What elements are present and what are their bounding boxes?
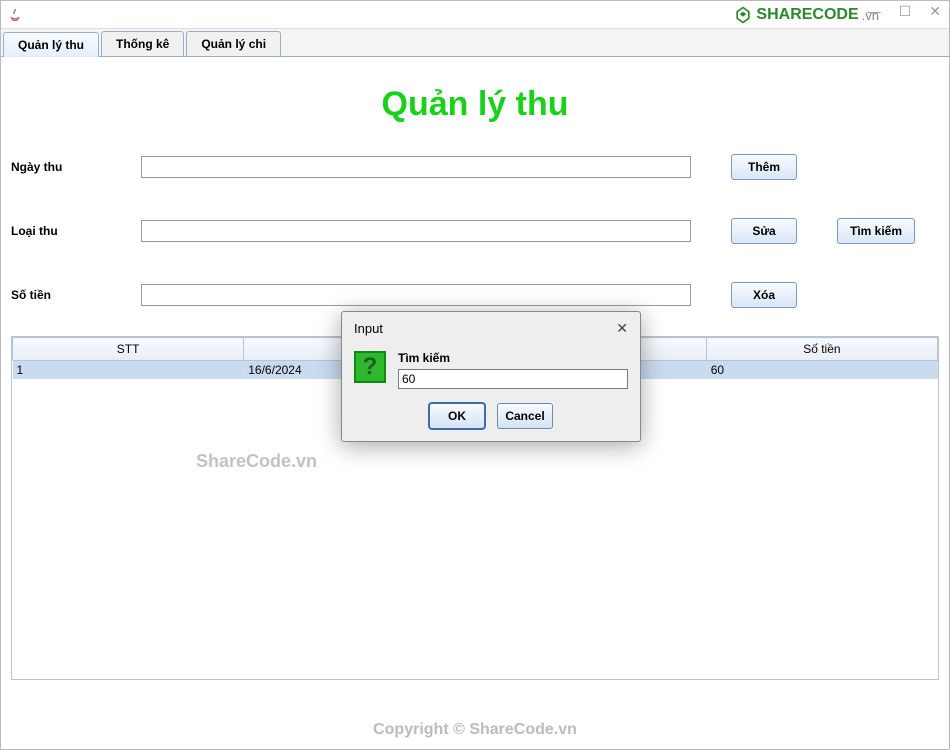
question-icon: ? [354,351,386,383]
dialog-close-button[interactable]: ✕ [616,320,628,337]
input-dialog: Input ✕ ? Tìm kiếm OK Cancel [341,311,641,442]
dialog-label: Tìm kiếm [398,351,628,365]
dialog-titlebar: Input ✕ [342,312,640,345]
dialog-input[interactable] [398,369,628,389]
dialog-cancel-button[interactable]: Cancel [497,403,553,429]
dialog-title-text: Input [354,321,383,336]
dialog-ok-button[interactable]: OK [429,403,485,429]
dialog-backdrop: Input ✕ ? Tìm kiếm OK Cancel [1,1,949,749]
